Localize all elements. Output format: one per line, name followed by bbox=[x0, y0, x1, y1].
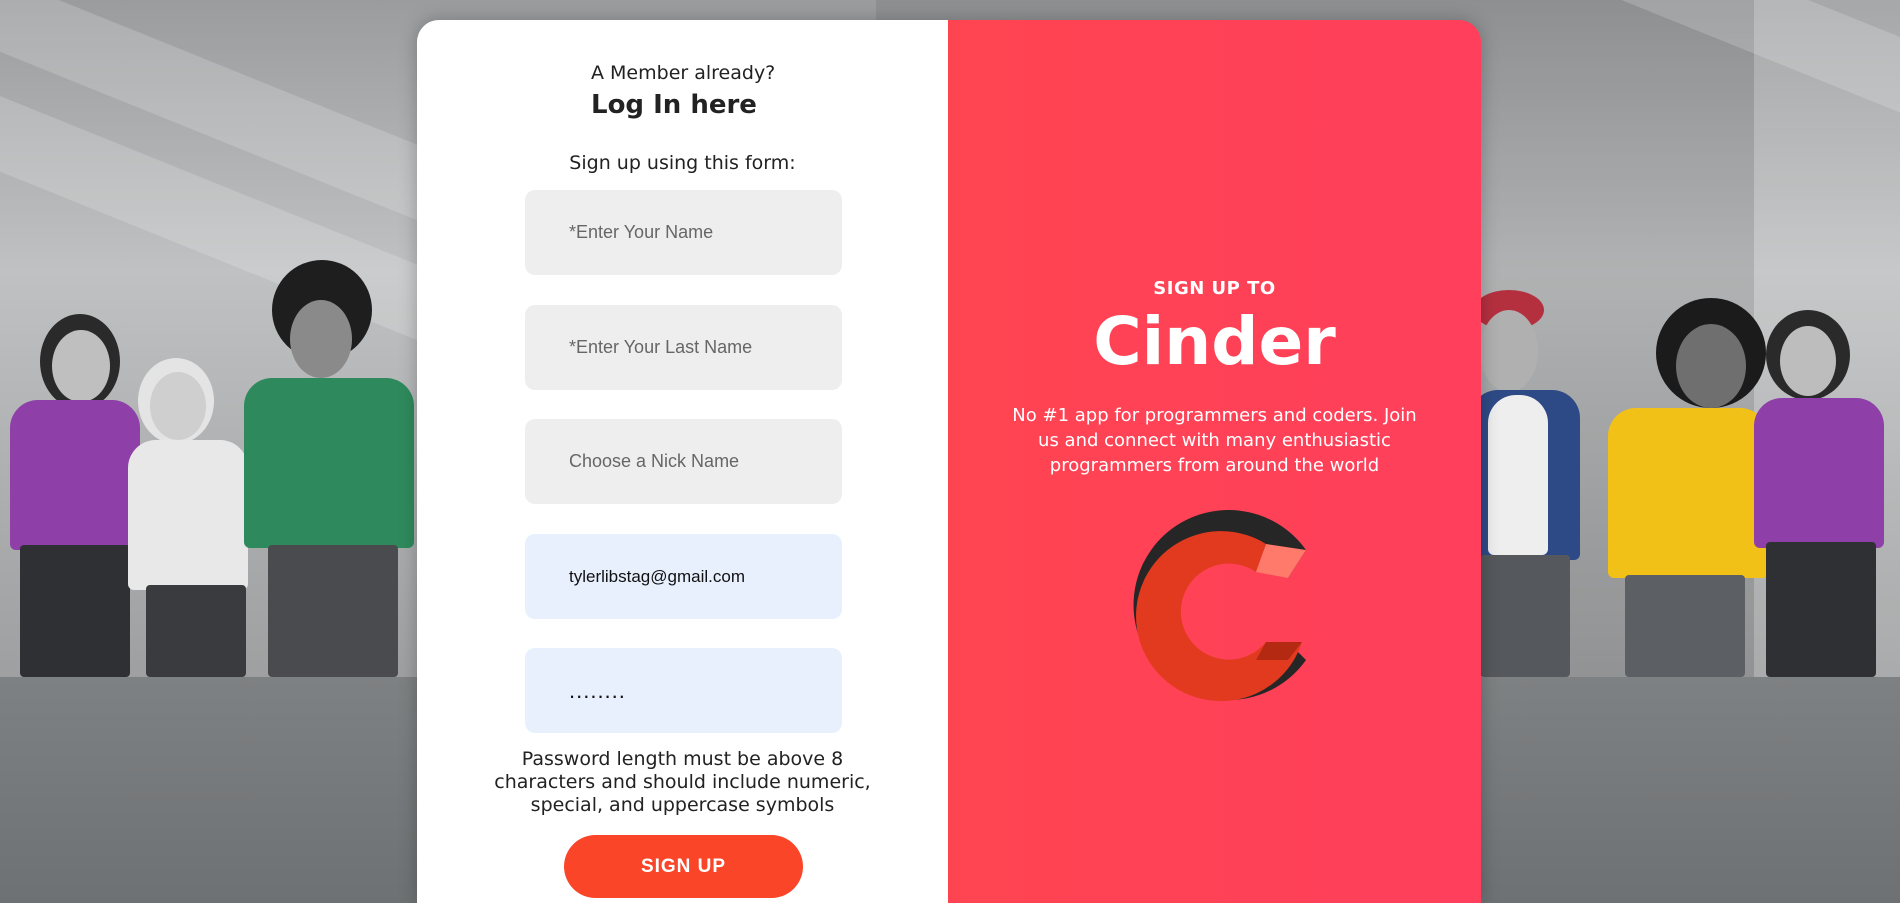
promo-heading: SIGN UP TO bbox=[1153, 278, 1276, 299]
password-field[interactable] bbox=[525, 648, 842, 733]
signup-card: A Member already? Log In here Sign up us… bbox=[417, 20, 1481, 903]
email-field[interactable] bbox=[525, 534, 842, 619]
member-question: A Member already? bbox=[591, 62, 776, 84]
first-name-field[interactable] bbox=[525, 190, 842, 275]
signup-button[interactable]: SIGN UP bbox=[564, 835, 803, 898]
people-group-right bbox=[1470, 290, 1900, 677]
promo-tagline: No #1 app for programmers and coders. Jo… bbox=[1012, 405, 1417, 476]
last-name-field[interactable] bbox=[525, 305, 842, 390]
people-group-left bbox=[0, 260, 420, 677]
brand-name: Cinder bbox=[1093, 303, 1336, 380]
promo-panel: SIGN UP TO Cinder No #1 app for programm… bbox=[948, 20, 1481, 903]
cinder-c-logo-icon bbox=[1133, 510, 1306, 702]
password-requirements-note: Password length must be above 8 characte… bbox=[494, 748, 871, 816]
nickname-field[interactable] bbox=[525, 419, 842, 504]
signup-form-panel: A Member already? Log In here Sign up us… bbox=[417, 20, 948, 903]
login-link[interactable]: Log In here bbox=[591, 90, 757, 120]
form-caption: Sign up using this form: bbox=[569, 152, 796, 174]
